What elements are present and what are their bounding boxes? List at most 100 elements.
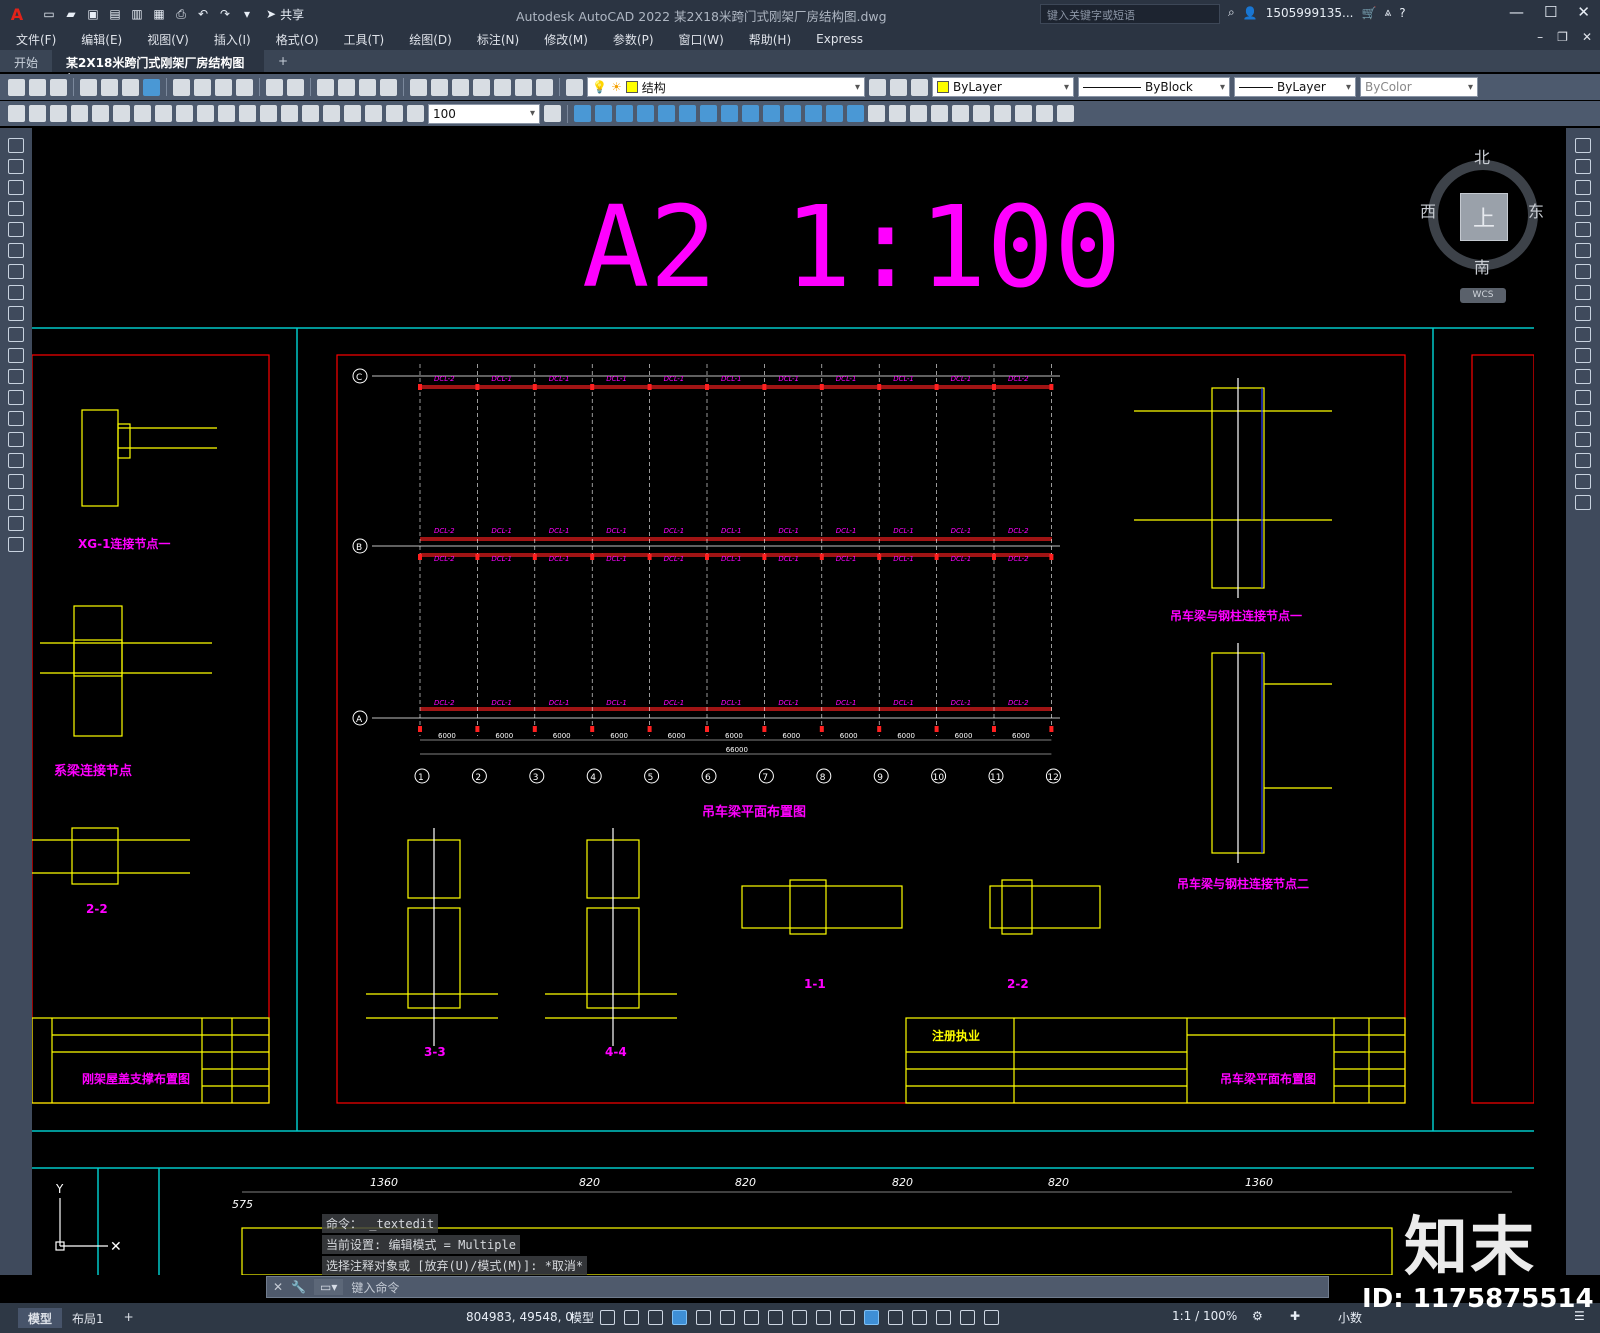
scale-icon[interactable] xyxy=(1575,285,1591,300)
save-icon[interactable]: ▣ xyxy=(84,5,102,23)
menu-express[interactable]: Express xyxy=(816,32,863,46)
selection-cycling-icon[interactable] xyxy=(840,1310,855,1325)
make-block-icon[interactable] xyxy=(8,390,24,405)
trim-icon[interactable] xyxy=(742,105,759,122)
open-file-icon[interactable]: ▰ xyxy=(62,5,80,23)
mirror-icon[interactable] xyxy=(595,105,612,122)
match-properties-icon[interactable] xyxy=(236,78,253,96)
menu-window[interactable]: 窗口(W) xyxy=(679,31,724,48)
hatch-back-icon[interactable] xyxy=(994,105,1011,122)
fillet-icon[interactable] xyxy=(1575,453,1591,468)
join-icon[interactable] xyxy=(805,105,822,122)
quick-dim-icon[interactable] xyxy=(176,105,193,122)
annotation-visibility-icon[interactable] xyxy=(960,1310,975,1325)
break-icon[interactable] xyxy=(1575,390,1591,405)
snap-icon[interactable] xyxy=(624,1310,639,1325)
design-center-icon[interactable] xyxy=(431,78,448,96)
array-icon[interactable] xyxy=(1575,222,1591,237)
copy-object-icon[interactable] xyxy=(574,105,591,122)
new-file-icon[interactable]: ▭ xyxy=(40,5,58,23)
dim-edit-icon[interactable] xyxy=(365,105,382,122)
doc-minimize-icon[interactable]: – xyxy=(1537,30,1543,44)
compass-north[interactable]: 北 xyxy=(1474,144,1490,168)
move-icon[interactable] xyxy=(1575,243,1591,258)
ellipse-icon[interactable] xyxy=(8,327,24,342)
wcs-menu[interactable]: WCS xyxy=(1460,288,1506,303)
dim-space-icon[interactable] xyxy=(239,105,256,122)
ordinate-dim-icon[interactable] xyxy=(71,105,88,122)
blend-icon[interactable] xyxy=(1575,474,1591,489)
ungroup-icon[interactable] xyxy=(1036,105,1053,122)
save-icon[interactable] xyxy=(50,78,67,96)
gizmo-icon[interactable] xyxy=(936,1310,951,1325)
sheet-set-icon[interactable] xyxy=(473,78,490,96)
menu-tools[interactable]: 工具(T) xyxy=(344,31,385,48)
plot-preview-icon[interactable] xyxy=(101,78,118,96)
user-account[interactable]: 1505999135... xyxy=(1266,6,1354,20)
print-icon[interactable]: ⎙ xyxy=(172,5,190,23)
lineweight-dropdown[interactable]: ByLayer ▾ xyxy=(1234,77,1356,97)
array-icon[interactable] xyxy=(637,105,654,122)
view-cube[interactable]: 北 南 东 西 上 WCS xyxy=(1418,140,1558,310)
menu-help[interactable]: 帮助(H) xyxy=(749,31,791,48)
continue-dim-icon[interactable] xyxy=(218,105,235,122)
customize-wrench-icon[interactable]: 🔧 xyxy=(291,1280,306,1294)
annotation-scale[interactable]: 1:1 / 100% xyxy=(1172,1309,1237,1323)
open-icon[interactable] xyxy=(29,78,46,96)
drawing-canvas[interactable]: A2 1:100 C B A 1 2 3 4 5 6 7 8 9 10 11 12 DCL-2 DCL-2 DCL… xyxy=(32,128,1534,1275)
mirror-icon[interactable] xyxy=(1575,180,1591,195)
grid-icon[interactable] xyxy=(600,1310,615,1325)
command-close-icon[interactable]: ✕ xyxy=(273,1280,283,1294)
stretch-icon[interactable] xyxy=(721,105,738,122)
join-icon[interactable] xyxy=(1575,411,1591,426)
menu-insert[interactable]: 插入(I) xyxy=(214,31,251,48)
polygon-icon[interactable] xyxy=(8,201,24,216)
offset-icon[interactable] xyxy=(616,105,633,122)
redo-icon[interactable] xyxy=(287,78,304,96)
polar-tracking-icon[interactable] xyxy=(696,1310,711,1325)
menu-view[interactable]: 视图(V) xyxy=(147,31,189,48)
calculator-icon[interactable] xyxy=(515,78,532,96)
tab-model[interactable]: 模型 xyxy=(18,1308,63,1328)
arc-length-icon[interactable] xyxy=(50,105,67,122)
trim-icon[interactable] xyxy=(1575,327,1591,342)
transparency-icon[interactable] xyxy=(816,1310,831,1325)
units-display[interactable]: 小数 xyxy=(1338,1309,1362,1326)
layer-state-icon[interactable] xyxy=(911,78,928,96)
dim-update-icon[interactable] xyxy=(407,105,424,122)
menu-dimension[interactable]: 标注(N) xyxy=(477,31,519,48)
compass-east[interactable]: 东 xyxy=(1528,198,1544,222)
chamfer-icon[interactable] xyxy=(826,105,843,122)
zoom-realtime-icon[interactable] xyxy=(338,78,355,96)
hatch-icon[interactable] xyxy=(8,432,24,447)
tab-start[interactable]: 开始 xyxy=(0,50,52,72)
copy-icon[interactable] xyxy=(1575,159,1591,174)
lineweight-icon[interactable] xyxy=(792,1310,807,1325)
rotate-icon[interactable] xyxy=(679,105,696,122)
dynamic-ucs-icon[interactable] xyxy=(888,1310,903,1325)
search-input[interactable]: 键入关键字或短语 xyxy=(1040,4,1220,24)
erase-icon[interactable] xyxy=(1575,138,1591,153)
spline-icon[interactable] xyxy=(8,306,24,321)
copy-icon[interactable] xyxy=(194,78,211,96)
point-icon[interactable] xyxy=(8,411,24,426)
tolerance-icon[interactable] xyxy=(281,105,298,122)
tab-document[interactable]: 某2X18米跨门式刚架厂房结构图* ✕ xyxy=(52,50,265,85)
layer-dropdown[interactable]: 💡 ☀ 结构 ▾ xyxy=(587,77,865,97)
extend-icon[interactable] xyxy=(763,105,780,122)
auto-scale-icon[interactable] xyxy=(984,1310,999,1325)
doc-restore-icon[interactable]: ❐ xyxy=(1557,30,1568,44)
group-edit-icon[interactable] xyxy=(1057,105,1074,122)
scale-icon[interactable] xyxy=(700,105,717,122)
menu-draw[interactable]: 绘图(D) xyxy=(409,31,452,48)
bring-front-icon[interactable] xyxy=(931,105,948,122)
open-web-icon[interactable]: ▥ xyxy=(128,5,146,23)
make-current-icon[interactable] xyxy=(869,78,886,96)
ortho-icon[interactable] xyxy=(672,1310,687,1325)
user-icon[interactable]: 👤 xyxy=(1243,6,1258,20)
fillet-icon[interactable] xyxy=(847,105,864,122)
viewcube-top-face[interactable]: 上 xyxy=(1460,193,1508,241)
move-icon[interactable] xyxy=(658,105,675,122)
isodraft-icon[interactable] xyxy=(720,1310,735,1325)
region-icon[interactable] xyxy=(8,474,24,489)
